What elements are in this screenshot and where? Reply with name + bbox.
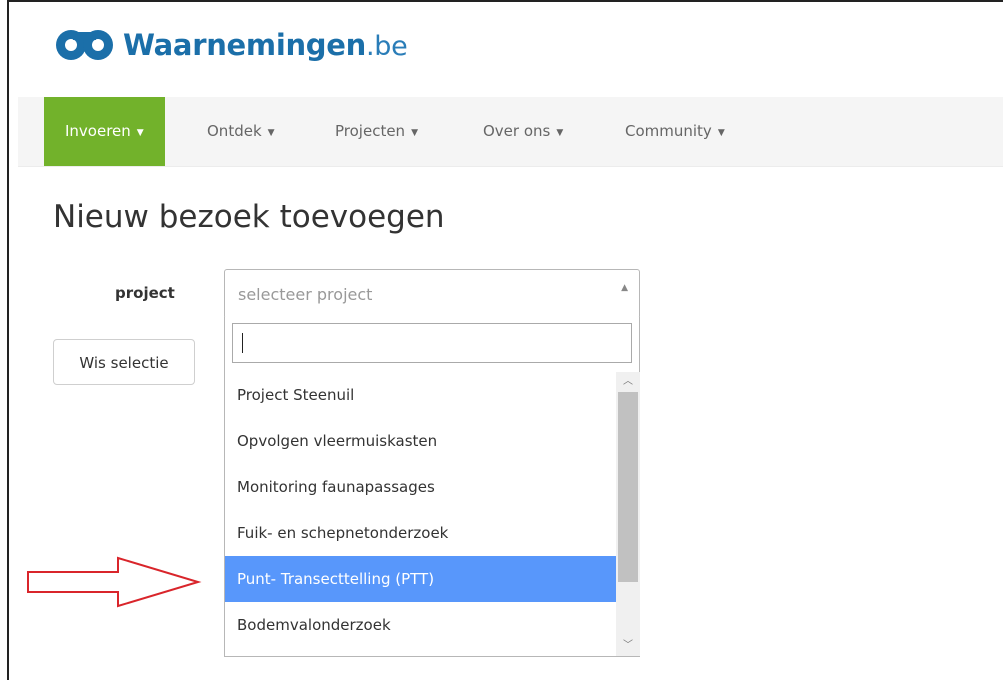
dropdown-option[interactable]: Project Steenuil bbox=[225, 372, 616, 418]
chevron-down-icon: ▼ bbox=[556, 128, 564, 138]
main-navbar: Invoeren ▼ Ontdek ▼ Projecten ▼ Over ons ▼ C… bbox=[18, 97, 1003, 167]
nav-label: Over ons bbox=[483, 122, 551, 140]
nav-label: Community bbox=[625, 122, 712, 140]
nav-over-ons[interactable]: Over ons ▼ bbox=[483, 97, 563, 166]
dropdown-option[interactable]: Bodemvalonderzoek bbox=[225, 602, 616, 648]
annotation-arrow-icon bbox=[27, 556, 202, 608]
nav-projecten[interactable]: Projecten ▼ bbox=[335, 97, 418, 166]
scroll-up-arrow-icon[interactable]: ︿ bbox=[616, 372, 640, 392]
nav-label: Projecten bbox=[335, 122, 406, 140]
select-placeholder: selecteer project bbox=[238, 285, 373, 304]
nav-label: Invoeren bbox=[65, 122, 131, 140]
dropdown-option-highlighted[interactable]: Punt- Transecttelling (PTT) bbox=[225, 556, 616, 602]
chevron-down-icon: ▼ bbox=[717, 128, 725, 138]
logo-wordmark: Waarnemingen.be bbox=[123, 28, 408, 62]
text-cursor bbox=[242, 333, 243, 353]
clear-selection-button[interactable]: Wis selectie bbox=[53, 339, 195, 385]
chevron-down-icon: ▼ bbox=[136, 128, 144, 138]
nav-label: Ontdek bbox=[207, 122, 262, 140]
scroll-down-arrow-icon[interactable]: ﹀ bbox=[616, 636, 640, 656]
dropdown-scrollbar[interactable]: ︿ ﹀ bbox=[616, 372, 640, 656]
nav-community[interactable]: Community ▼ bbox=[625, 97, 725, 166]
browser-frame: Waarnemingen.be Invoeren ▼ Ontdek ▼ Projec… bbox=[7, 0, 1003, 680]
project-label: project bbox=[115, 284, 175, 302]
project-dropdown: Project Steenuil Opvolgen vleermuiskaste… bbox=[224, 317, 640, 657]
chevron-down-icon: ▼ bbox=[411, 128, 418, 138]
project-select[interactable]: selecteer project ▲ bbox=[224, 269, 640, 319]
nav-ontdek[interactable]: Ontdek ▼ bbox=[207, 97, 275, 166]
dropdown-search-input[interactable] bbox=[232, 323, 632, 363]
scrollbar-thumb[interactable] bbox=[618, 392, 638, 582]
chevron-up-icon: ▲ bbox=[621, 283, 628, 293]
dropdown-options: Project Steenuil Opvolgen vleermuiskaste… bbox=[225, 372, 616, 656]
nav-invoeren[interactable]: Invoeren ▼ bbox=[44, 97, 165, 166]
dropdown-option[interactable]: Opvolgen vleermuiskasten bbox=[225, 418, 616, 464]
dropdown-option[interactable]: Monitoring faunapassages bbox=[225, 464, 616, 510]
binoculars-logo-icon bbox=[56, 30, 113, 60]
dropdown-option[interactable]: Fuik- en schepnetonderzoek bbox=[225, 510, 616, 556]
site-logo[interactable]: Waarnemingen.be bbox=[53, 28, 408, 62]
chevron-down-icon: ▼ bbox=[267, 128, 275, 138]
page-title: Nieuw bezoek toevoegen bbox=[53, 199, 445, 235]
